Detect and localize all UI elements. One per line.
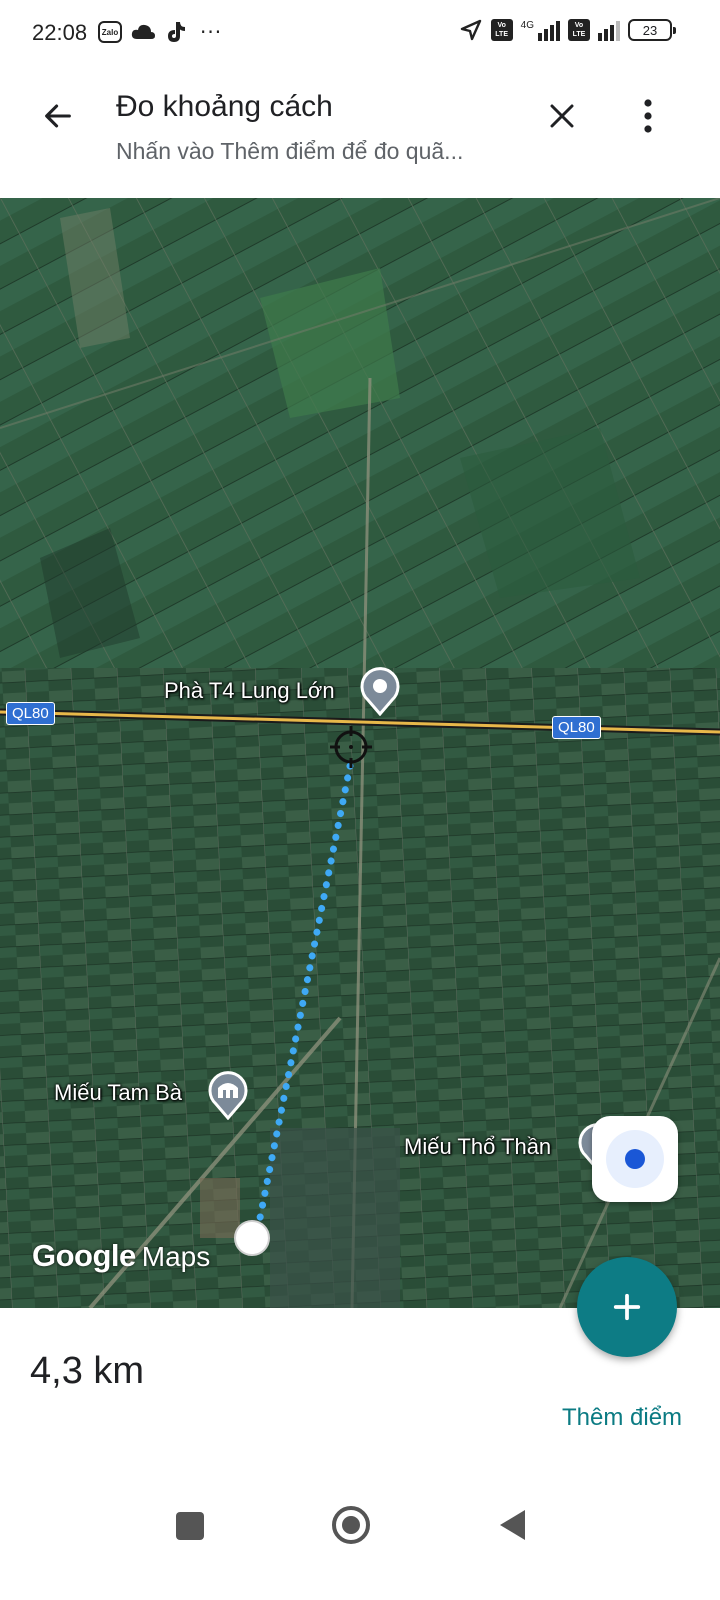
system-icons: Vo LTE 4G Vo LTE 23 — [459, 18, 676, 42]
my-location-button[interactable] — [592, 1116, 678, 1202]
satellite-map[interactable]: QL80 QL80 Phà T4 Lung Lớn Miếu Tam Bà Mi… — [0, 198, 720, 1308]
google-maps-logo: Google Maps — [32, 1238, 210, 1274]
home-button[interactable] — [332, 1506, 370, 1544]
network-type: 4G — [520, 19, 534, 31]
location-arrow-icon — [460, 19, 481, 41]
recent-apps-button[interactable] — [176, 1512, 204, 1540]
more-vert-icon — [644, 99, 652, 133]
signal-icon — [598, 19, 620, 41]
notification-icons: Zalo ··· — [98, 20, 222, 44]
add-point-fab[interactable] — [577, 1257, 677, 1357]
place-label-temple-tam-ba[interactable]: Miếu Tam Bà — [54, 1080, 182, 1106]
page-title: Đo khoảng cách — [116, 90, 333, 123]
back-button[interactable] — [26, 84, 90, 148]
battery-icon: 23 — [628, 19, 676, 41]
maps-wordmark: Maps — [141, 1241, 211, 1272]
place-label-temple-tho-than[interactable]: Miếu Thổ Thần — [404, 1134, 551, 1160]
home-icon — [342, 1516, 360, 1534]
road-label-ql80: QL80 — [552, 716, 601, 739]
more-options-button[interactable] — [616, 84, 680, 148]
zalo-icon: Zalo — [98, 21, 122, 43]
more-notifications-indicator: ··· — [200, 20, 223, 44]
close-icon — [550, 104, 574, 128]
add-point-button[interactable]: Thêm điểm — [562, 1404, 682, 1432]
place-label-ferry[interactable]: Phà T4 Lung Lớn — [164, 678, 335, 704]
system-back-button[interactable] — [500, 1510, 525, 1540]
close-button[interactable] — [530, 84, 594, 148]
temple-pin-icon[interactable] — [206, 1068, 250, 1120]
plus-icon — [613, 1293, 641, 1321]
measure-start-point[interactable] — [234, 1220, 270, 1256]
page-subtitle: Nhấn vào Thêm điểm để đo quã... — [116, 138, 464, 164]
status-bar: 22:08 Zalo ··· Vo LTE 4G Vo LTE 23 — [0, 0, 720, 72]
status-time: 22:08 — [32, 20, 88, 45]
system-nav-bar — [0, 1480, 720, 1600]
volte-icon: Vo LTE — [490, 19, 513, 41]
volte-icon: Vo LTE — [568, 19, 590, 41]
cloud-icon — [131, 24, 155, 39]
road-label-ql80: QL80 — [6, 702, 55, 725]
place-pin-icon[interactable] — [358, 664, 402, 716]
tiktok-icon — [168, 22, 185, 42]
total-distance: 4,3 km — [30, 1350, 145, 1392]
my-location-icon — [606, 1130, 664, 1188]
google-wordmark: Google — [32, 1238, 136, 1273]
arrow-back-icon — [45, 104, 71, 128]
app-bar: Đo khoảng cách Nhấn vào Thêm điểm để đo … — [0, 72, 720, 198]
signal-icon — [538, 19, 560, 41]
